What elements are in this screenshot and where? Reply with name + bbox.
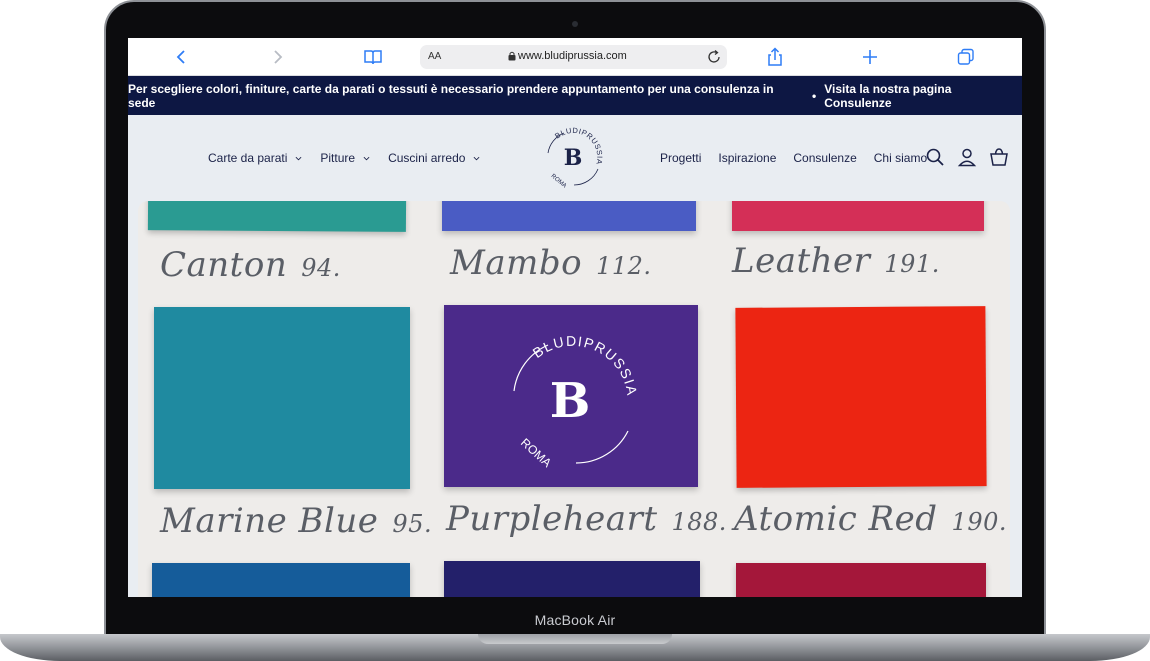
nav-item-label: Pitture (320, 151, 356, 165)
nav-item-label: Carte da parati (208, 151, 288, 165)
nav-item-consulenze[interactable]: Consulenze (793, 151, 856, 165)
nav-right: Progetti Ispirazione Consulenze Chi siam… (660, 151, 944, 165)
plus-icon[interactable] (859, 46, 881, 68)
consulenze-link[interactable]: Visita la nostra pagina Consulenze (824, 82, 1022, 110)
chevron-down-icon (474, 156, 480, 160)
chevron-down-icon (363, 156, 370, 160)
announcement-text: Per scegliere colori, finiture, carte da… (128, 81, 774, 110)
label-marine-blue: Marine Blue 95. (160, 501, 433, 541)
site-logo[interactable]: BLUDIPRUSSIA ROMA B (538, 123, 608, 193)
label-leather: Leather 191. (732, 241, 940, 281)
swatch-logo: BLUDIPRUSSIA ROMA B (513, 333, 639, 470)
browser-screen: AA www.bludiprussia.com Per scegliere co… (128, 38, 1022, 597)
nav-item-carte-da-parati[interactable]: Carte da parati (208, 151, 302, 165)
chevron-left-icon[interactable] (171, 46, 193, 68)
swatch-row3-right (736, 563, 986, 597)
reload-icon[interactable] (706, 49, 722, 65)
site-header: Carte da parati Pitture Cuscini arredo B… (128, 115, 1022, 201)
swatch-leather (732, 201, 984, 231)
share-icon[interactable] (764, 46, 786, 68)
swatch-mambo (442, 201, 696, 231)
lock-icon (508, 51, 516, 61)
hero-image: Canton 94. Mambo 112. Leather 191. BLUDIPRU… (138, 201, 1010, 597)
safari-toolbar: AA www.bludiprussia.com (128, 38, 1022, 76)
swatch-marine-blue (154, 307, 410, 489)
reader-button[interactable]: AA (428, 51, 441, 62)
nav-item-cuscini-arredo[interactable]: Cuscini arredo (388, 151, 480, 165)
label-mambo: Mambo 112. (450, 243, 652, 283)
url-text: www.bludiprussia.com (518, 50, 627, 62)
tabs-icon[interactable] (955, 46, 977, 68)
swatch-atomic-red (735, 306, 987, 488)
label-atomic-red: Atomic Red 190. (734, 499, 1007, 539)
nav-item-pitture[interactable]: Pitture (320, 151, 370, 165)
search-icon[interactable] (925, 147, 945, 167)
nav-item-progetti[interactable]: Progetti (660, 151, 701, 165)
cart-icon[interactable] (989, 147, 1009, 167)
label-purpleheart: Purpleheart 188. (446, 499, 727, 539)
nav-item-label: Cuscini arredo (388, 151, 466, 165)
label-canton: Canton 94. (160, 245, 341, 285)
announcement-bar: Per scegliere colori, finiture, carte da… (128, 76, 1022, 115)
svg-text:ROMA: ROMA (518, 435, 554, 469)
nav-item-chi-siamo[interactable]: Chi siamo (874, 151, 927, 165)
svg-text:B: B (550, 373, 591, 429)
logo-mark: B (564, 145, 583, 171)
laptop-notch (478, 634, 672, 644)
swatch-row3-mid (444, 561, 700, 597)
logo-city: ROMA (550, 173, 568, 189)
swatch-row3-left (152, 563, 410, 597)
header-icons (925, 147, 1021, 167)
chevron-down-icon (295, 156, 302, 160)
announcement-separator: • (812, 88, 817, 103)
chevron-right-icon[interactable] (266, 46, 288, 68)
nav-item-ispirazione[interactable]: Ispirazione (718, 151, 776, 165)
book-icon[interactable] (362, 46, 384, 68)
account-icon[interactable] (957, 147, 977, 167)
device-label: MacBook Air (534, 612, 616, 628)
swatch-canton (147, 201, 407, 232)
url-bar[interactable]: AA www.bludiprussia.com (420, 45, 727, 69)
camera-icon (572, 21, 578, 27)
nav-left: Carte da parati Pitture Cuscini arredo (208, 151, 498, 165)
